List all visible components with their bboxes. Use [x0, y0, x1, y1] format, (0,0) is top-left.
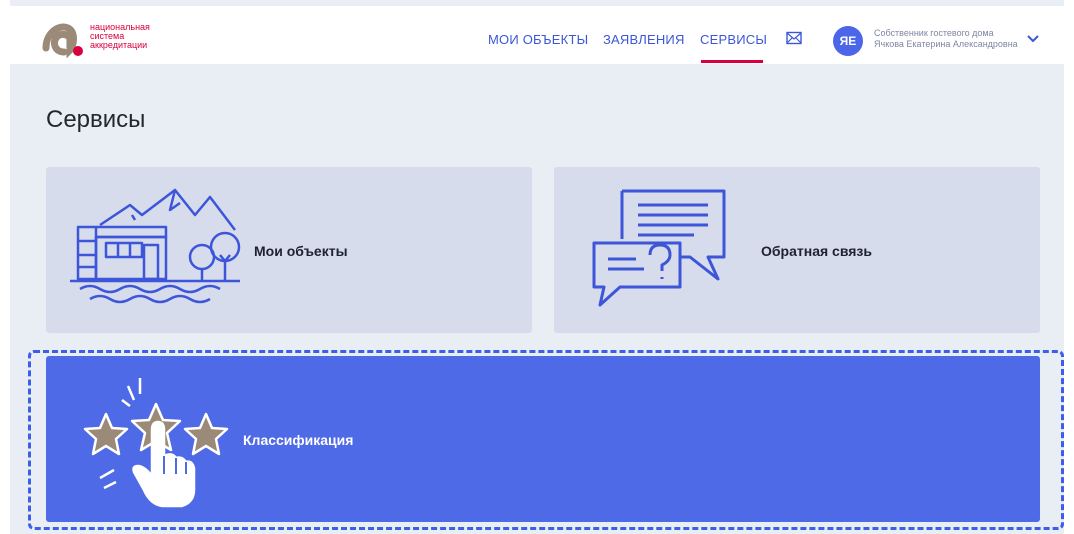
brand-logo[interactable]: национальная система аккредитации: [40, 18, 200, 58]
logo-line-3: аккредитации: [90, 40, 148, 50]
user-name: Ячкова Екатерина Александровна: [874, 39, 1018, 49]
user-role: Собственник гостевого дома: [874, 28, 994, 38]
card-my-objects-label: Мои объекты: [254, 243, 348, 259]
highlight-dashed-outline: [28, 350, 1064, 530]
nav-my-objects[interactable]: МОИ ОБЪЕКТЫ: [488, 32, 588, 47]
chevron-down-icon[interactable]: [1026, 34, 1040, 44]
user-info[interactable]: Собственник гостевого дома Ячкова Екатер…: [874, 28, 1018, 50]
top-header: национальная система аккредитации МОИ ОБ…: [10, 6, 1064, 64]
nav-applications[interactable]: ЗАЯВЛЕНИЯ: [603, 32, 685, 47]
chat-question-icon: [592, 189, 726, 307]
envelope-icon[interactable]: [786, 31, 802, 45]
nav-active-indicator: [701, 60, 763, 63]
nav-services[interactable]: СЕРВИСЫ: [700, 32, 767, 47]
user-avatar[interactable]: ЯЕ: [833, 26, 863, 56]
page-title: Сервисы: [46, 106, 146, 133]
card-feedback[interactable]: Обратная связь: [554, 167, 1040, 333]
house-landscape-icon: [70, 188, 241, 304]
card-my-objects[interactable]: Мои объекты: [46, 167, 532, 333]
card-feedback-label: Обратная связь: [761, 243, 872, 259]
logo-text: национальная система аккредитации: [90, 23, 150, 50]
logo-mark-icon: [42, 23, 83, 58]
